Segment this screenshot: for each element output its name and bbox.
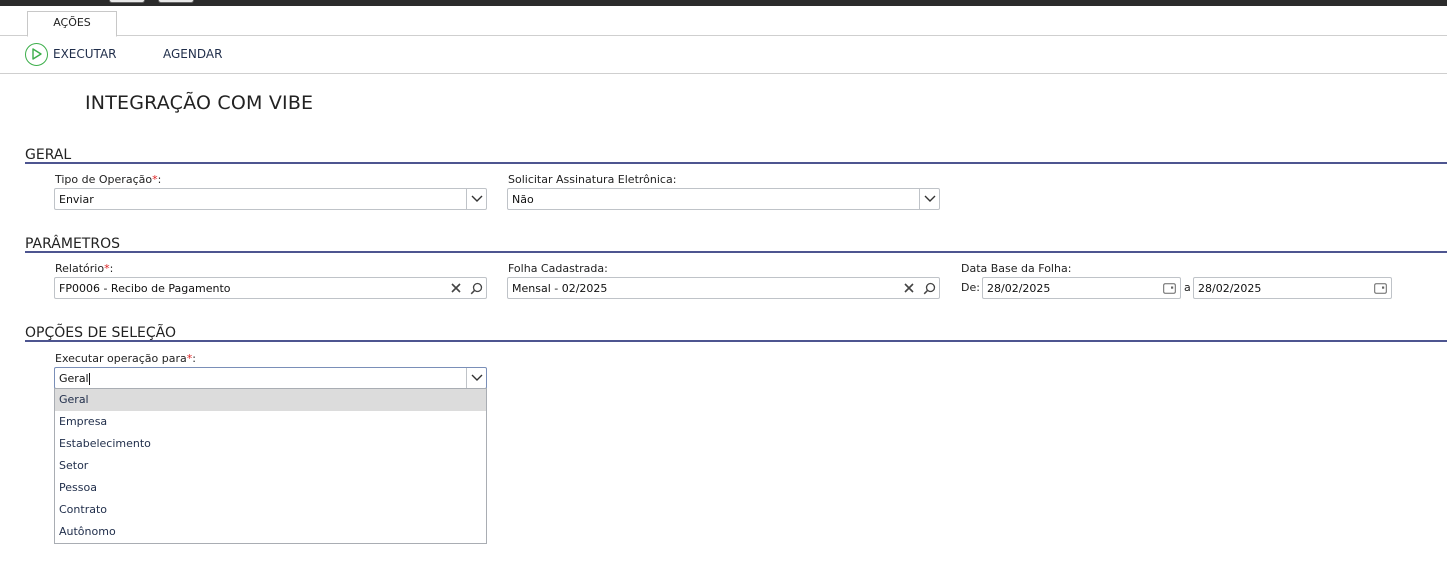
tipo-operacao-label: Tipo de Operação*: xyxy=(55,173,162,186)
clear-icon[interactable] xyxy=(899,278,919,298)
folha-field[interactable]: Mensal - 02/2025 xyxy=(507,277,940,299)
executar-para-value[interactable]: Geral xyxy=(59,372,466,385)
search-icon[interactable] xyxy=(919,278,939,298)
tipo-operacao-select[interactable]: Enviar xyxy=(54,188,487,210)
option-empresa[interactable]: Empresa xyxy=(55,411,486,433)
option-estabelecimento[interactable]: Estabelecimento xyxy=(55,433,486,455)
relatorio-field[interactable]: FP0006 - Recibo de Pagamento xyxy=(54,277,487,299)
clear-icon[interactable] xyxy=(446,278,466,298)
folha-label: Folha Cadastrada: xyxy=(508,262,608,275)
data-to-value: 28/02/2025 xyxy=(1198,281,1262,295)
data-to-label: a xyxy=(1184,281,1191,294)
option-pessoa[interactable]: Pessoa xyxy=(55,477,486,499)
tab-strip: AÇÕES xyxy=(0,6,1447,37)
section-divider-geral xyxy=(25,162,1447,164)
calendar-icon[interactable] xyxy=(1371,278,1389,298)
section-divider-parametros xyxy=(25,251,1447,253)
option-setor[interactable]: Setor xyxy=(55,455,486,477)
data-base-label: Data Base da Folha: xyxy=(961,262,1072,275)
section-divider-opcoes xyxy=(25,340,1447,342)
schedule-label: AGENDAR xyxy=(163,47,223,61)
data-from-value: 28/02/2025 xyxy=(987,281,1051,295)
play-icon xyxy=(25,42,48,66)
relatorio-value: FP0006 - Recibo de Pagamento xyxy=(59,281,231,295)
chevron-down-icon[interactable] xyxy=(919,189,939,209)
relatorio-label: Relatório*: xyxy=(55,262,114,275)
top-handle-left[interactable] xyxy=(109,0,145,3)
tab-acoes[interactable]: AÇÕES xyxy=(27,11,117,37)
section-title-geral: GERAL xyxy=(25,147,72,163)
tipo-operacao-value: Enviar xyxy=(59,192,94,206)
assinatura-value: Não xyxy=(512,192,534,206)
data-to-field[interactable]: 28/02/2025 xyxy=(1193,277,1392,299)
executar-para-options-list: Geral Empresa Estabelecimento Setor Pess… xyxy=(54,388,487,544)
execute-button[interactable]: EXECUTAR xyxy=(25,36,117,72)
section-title-parametros: PARÂMETROS xyxy=(25,236,120,252)
executar-para-label: Executar operação para*: xyxy=(55,352,196,365)
chevron-down-icon[interactable] xyxy=(466,368,486,388)
text-caret xyxy=(88,372,90,385)
option-geral[interactable]: Geral xyxy=(55,389,486,411)
actions-toolbar: EXECUTAR AGENDAR xyxy=(0,36,1447,74)
option-contrato[interactable]: Contrato xyxy=(55,499,486,521)
execute-label: EXECUTAR xyxy=(53,47,117,61)
chevron-down-icon[interactable] xyxy=(466,189,486,209)
top-handle-right[interactable] xyxy=(158,0,194,3)
section-title-opcoes: OPÇÕES DE SELEÇÃO xyxy=(25,325,177,341)
assinatura-label: Solicitar Assinatura Eletrônica: xyxy=(508,173,677,186)
data-from-field[interactable]: 28/02/2025 xyxy=(982,277,1181,299)
data-from-label: De: xyxy=(961,281,980,294)
assinatura-select[interactable]: Não xyxy=(507,188,940,210)
schedule-button[interactable]: AGENDAR xyxy=(163,36,222,72)
option-autonomo[interactable]: Autônomo xyxy=(55,521,486,543)
page-title: INTEGRAÇÃO COM VIBE xyxy=(85,92,314,114)
search-icon[interactable] xyxy=(466,278,486,298)
executar-para-combobox[interactable]: Geral xyxy=(54,367,487,389)
folha-value: Mensal - 02/2025 xyxy=(512,281,608,295)
calendar-icon[interactable] xyxy=(1160,278,1178,298)
